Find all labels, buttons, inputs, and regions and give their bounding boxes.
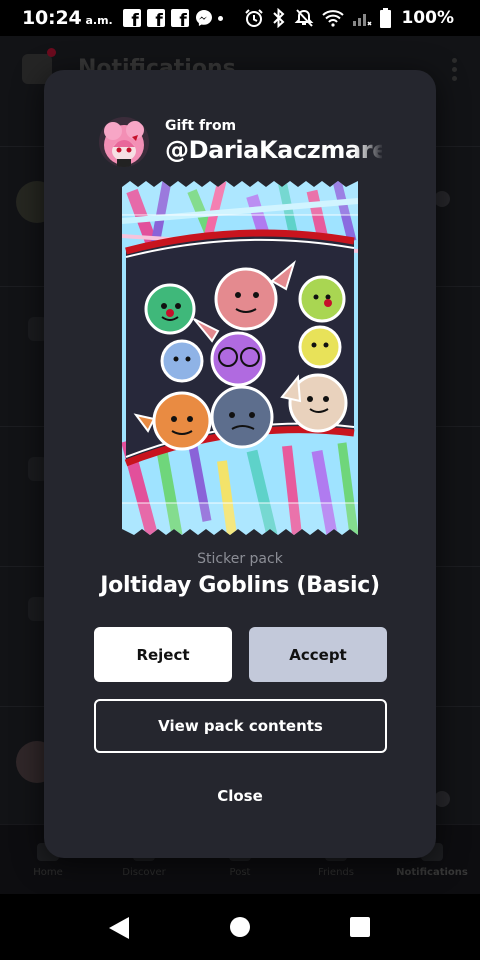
accept-button[interactable]: Accept [249, 627, 387, 682]
facebook-icon: f [122, 9, 141, 27]
battery-percent: 100% [401, 8, 454, 28]
alarm-icon [245, 9, 264, 27]
pack-type-label: Sticker pack [197, 551, 283, 567]
gift-dialog: Gift from @DariaKaczmarek Sticker pack J… [44, 70, 436, 858]
messenger-icon [195, 10, 212, 26]
status-time-suffix: a.m. [85, 14, 113, 27]
gift-from-label: Gift from [165, 118, 237, 134]
wifi-icon [322, 10, 345, 27]
facebook-icon: f [146, 9, 165, 27]
pack-name: Joltiday Goblins (Basic) [100, 573, 380, 598]
status-time: 10:24 [22, 7, 82, 29]
recents-icon[interactable] [350, 917, 370, 937]
battery-icon [380, 8, 392, 28]
system-navigation-bar [0, 894, 480, 960]
reject-button[interactable]: Reject [94, 627, 232, 682]
dot-icon [217, 15, 223, 21]
signal-icon [353, 14, 372, 26]
bluetooth-icon [273, 8, 285, 28]
sender-username: @DariaKaczmarek [165, 136, 382, 164]
status-bar: 10:24 a.m. f f f 100% [0, 0, 480, 36]
mute-icon [295, 9, 314, 27]
facebook-icon: f [170, 9, 189, 27]
back-icon[interactable] [108, 916, 130, 940]
view-pack-contents-button[interactable]: View pack contents [94, 699, 387, 753]
close-button[interactable]: Close [190, 778, 290, 814]
sender-avatar [99, 117, 149, 167]
sticker-pack-art [122, 181, 358, 535]
home-icon[interactable] [230, 917, 250, 937]
